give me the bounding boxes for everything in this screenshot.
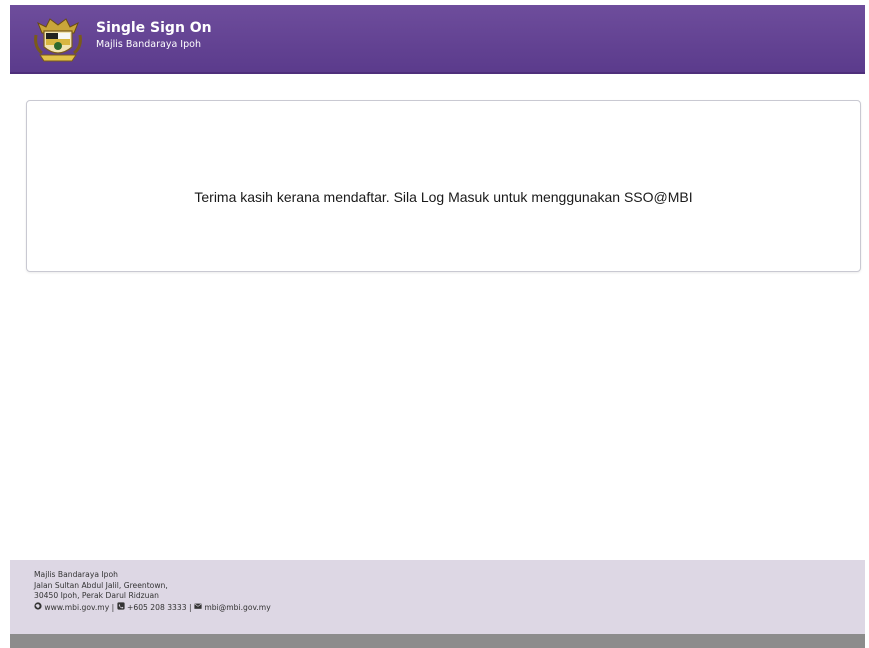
registration-message: Terima kasih kerana mendaftar. Sila Log … bbox=[194, 189, 693, 205]
footer-contact-row: www.mbi.gov.my | +605 208 3333 | mbi@mbi… bbox=[34, 601, 271, 614]
footer-separator: | bbox=[188, 602, 192, 612]
envelope-icon bbox=[194, 603, 202, 609]
footer-separator: | bbox=[111, 602, 115, 612]
app-subtitle: Majlis Bandaraya Ipoh bbox=[96, 39, 201, 50]
message-card: Terima kasih kerana mendaftar. Sila Log … bbox=[26, 100, 861, 272]
phone-icon bbox=[116, 601, 125, 610]
footer-phone: +605 208 3333 bbox=[127, 602, 187, 612]
footer: Majlis Bandaraya Ipoh Jalan Sultan Abdul… bbox=[10, 560, 865, 634]
top-header: Single Sign On Majlis Bandaraya Ipoh bbox=[10, 5, 865, 74]
crest-logo[interactable] bbox=[32, 13, 84, 65]
footer-email-link[interactable]: mbi@mbi.gov.my bbox=[204, 603, 270, 612]
bottom-bar bbox=[10, 634, 865, 648]
app-title: Single Sign On bbox=[96, 20, 212, 36]
footer-org: Majlis Bandaraya Ipoh bbox=[34, 570, 118, 579]
globe-icon bbox=[34, 601, 42, 610]
footer-address-line-1: Jalan Sultan Abdul Jalil, Greentown, bbox=[34, 580, 168, 590]
footer-address-line-2: 30450 Ipoh, Perak Darul Ridzuan bbox=[34, 591, 159, 600]
footer-website-link[interactable]: www.mbi.gov.my bbox=[44, 603, 109, 612]
footer-address-block: Majlis Bandaraya Ipoh Jalan Sultan Abdul… bbox=[34, 570, 271, 613]
